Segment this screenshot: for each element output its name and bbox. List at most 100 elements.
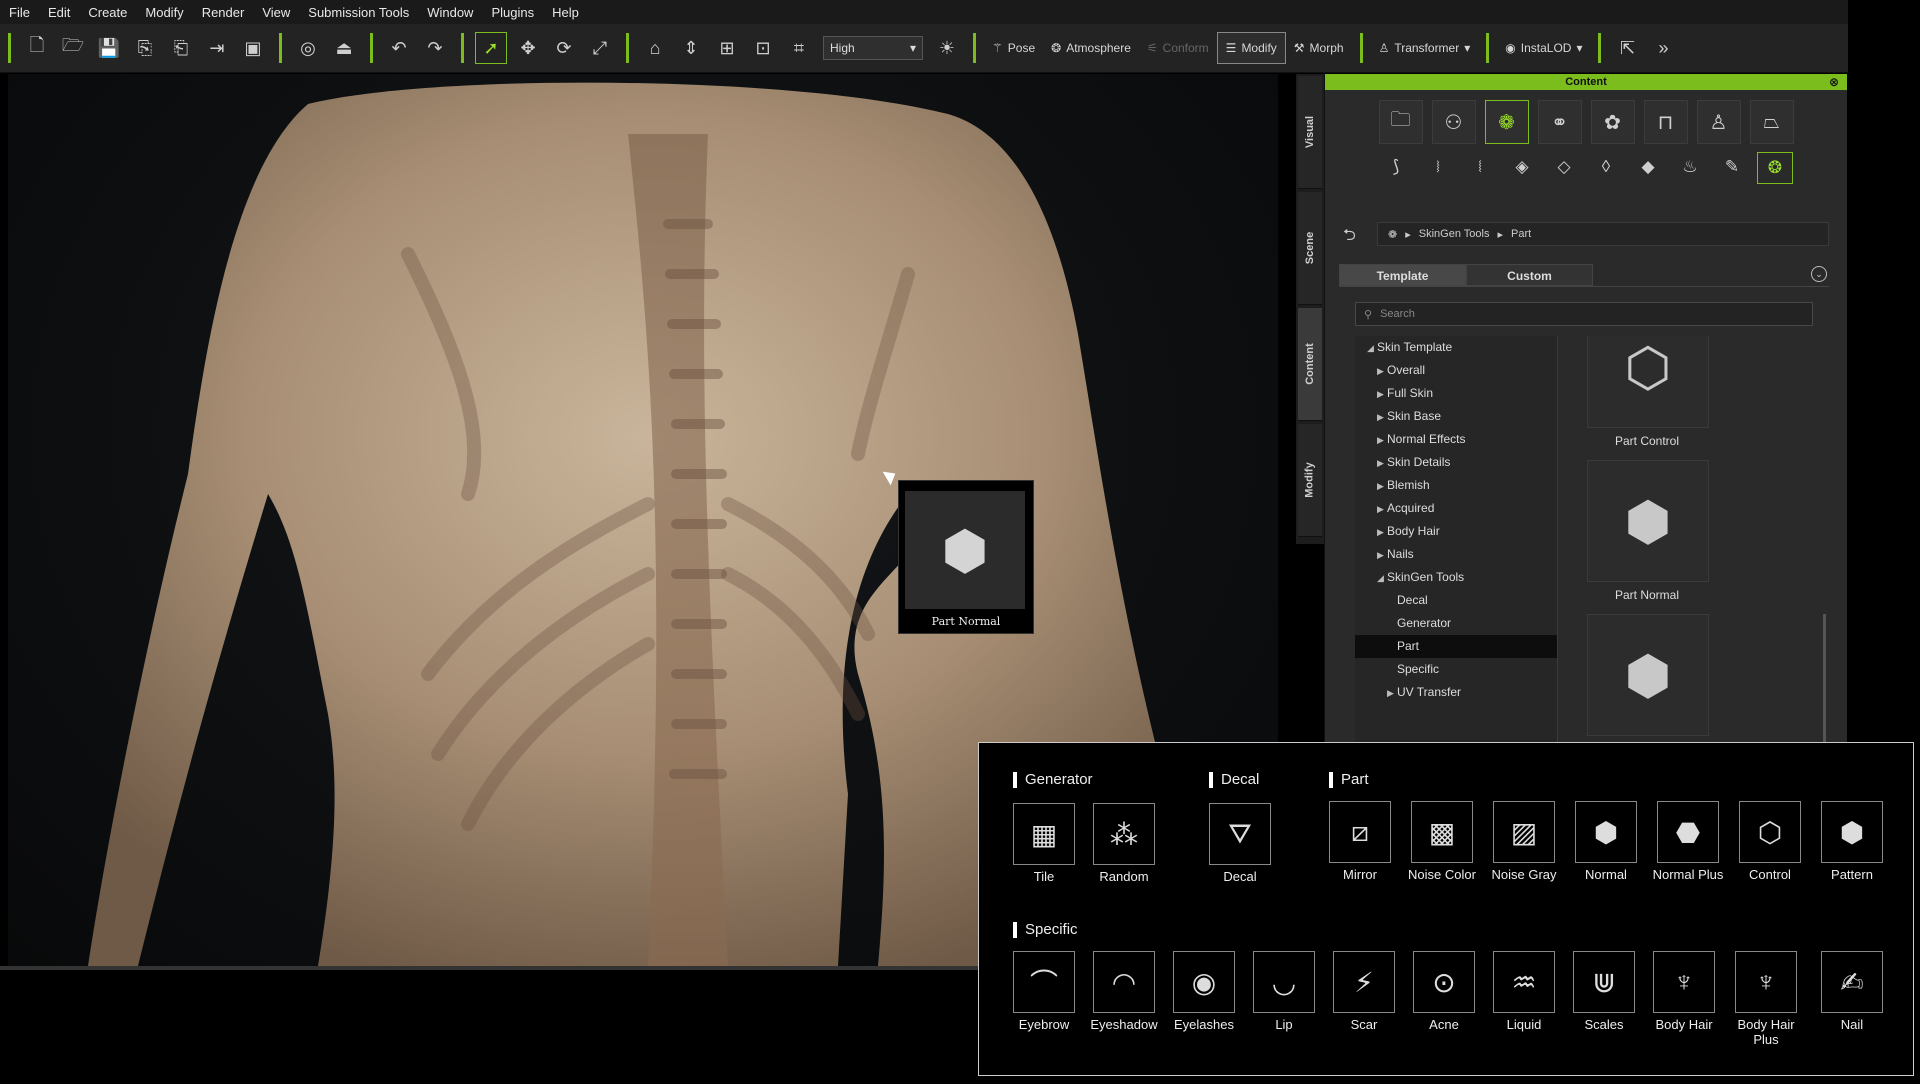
export-icon[interactable]: ⎗ [166,33,196,63]
tree-item-part[interactable]: Part [1355,635,1557,658]
export-plugin-icon[interactable]: ⇱ [1612,33,1642,63]
tree-item-skingen-tools[interactable]: ◢ SkinGen Tools [1355,566,1557,589]
search-input[interactable]: ⚲ Search [1355,302,1813,326]
layer-icon[interactable]: ◈ [1505,152,1539,182]
body-sculpt-icon[interactable]: ⧘ [1421,152,1455,182]
menu-file[interactable]: File [0,5,39,20]
skingen-icon[interactable]: ❂ [1757,152,1793,184]
more-icon[interactable]: » [1648,33,1678,63]
light-icon[interactable]: ☀ [932,33,962,63]
tree-item-normal-effects[interactable]: ▶ Normal Effects [1355,428,1557,451]
tree-item-body-hair[interactable]: ▶ Body Hair [1355,520,1557,543]
tree-item-skin-base[interactable]: ▶ Skin Base [1355,405,1557,428]
layer-dots-icon[interactable]: ◇ [1547,152,1581,182]
redo-icon[interactable]: ↷ [420,33,450,63]
camera-fit-icon[interactable]: ⊡ [748,33,778,63]
lip-icon: ◡ [1253,951,1315,1013]
tile-part-control[interactable]: ⬡ [1587,336,1709,428]
noise-gray-icon: ▨ [1493,801,1555,863]
tile-part-plus[interactable]: ⬢ [1587,614,1709,736]
menu-view[interactable]: View [253,5,299,20]
instalod-button[interactable]: ◉ InstaLOD ▾ [1497,33,1590,63]
folder-icon[interactable]: 🗀 [1378,100,1423,144]
back-arrow-icon[interactable]: ⮌ [1343,224,1356,251]
menu-help[interactable]: Help [543,5,588,20]
home-icon[interactable]: ⌂ [640,33,670,63]
tree-item-specific[interactable]: Specific [1355,658,1557,681]
layer-fill-icon[interactable]: ◆ [1631,152,1665,182]
frame-icon[interactable]: ⊞ [712,33,742,63]
prop-icon[interactable]: ⊓ [1643,100,1688,144]
quality-select[interactable]: High ▾ [823,36,923,60]
tree-item-acquired[interactable]: ▶ Acquired [1355,497,1557,520]
scale-icon[interactable]: ⤢ [585,33,615,63]
pose-button[interactable]: ⚚ Pose [984,33,1043,63]
brush-icon[interactable]: ✎ [1715,152,1749,182]
actor-icon[interactable]: ⚇ [1431,100,1476,144]
tree-item-skin-template[interactable]: ◢ Skin Template [1355,336,1557,359]
tree-item-skin-details[interactable]: ▶ Skin Details [1355,451,1557,474]
select-arrow-icon[interactable]: ➚ [475,32,507,64]
side-tab-content[interactable]: Content [1298,308,1322,421]
head-sculpt-icon[interactable]: ⟆ [1379,152,1413,182]
morph-button[interactable]: ⚒ Morph [1286,33,1352,63]
layer-outline-icon[interactable]: ◊ [1589,152,1623,182]
tree-item-decal[interactable]: Decal [1355,589,1557,612]
import-icon[interactable]: ⎘ [130,33,160,63]
breadcrumb-part[interactable]: Part [1511,228,1531,240]
render-icon[interactable]: ◎ [293,33,323,63]
move-icon[interactable]: ✥ [513,33,543,63]
menu-plugins[interactable]: Plugins [482,5,543,20]
side-tab-scene[interactable]: Scene [1298,192,1322,305]
conform-button[interactable]: ⚟ Conform [1139,33,1217,63]
motion-icon[interactable]: ♙ [1696,100,1741,144]
breadcrumb-skingen-tools[interactable]: SkinGen Tools [1419,228,1490,240]
accessory-icon[interactable]: ✿ [1590,100,1635,144]
tree-item-full-skin[interactable]: ▶ Full Skin [1355,382,1557,405]
tree-item-generator[interactable]: Generator [1355,612,1557,635]
legend-label: Nail [1840,1017,1864,1032]
tree-item-blemish[interactable]: ▶ Blemish [1355,474,1557,497]
decal-icon: ⛛ [1209,803,1271,865]
tile-part-normal[interactable]: ⬢ [1587,460,1709,582]
export-arrow-icon[interactable]: ⇥ [202,33,232,63]
transformer-button[interactable]: ♙ Transformer ▾ [1371,33,1479,63]
atmosphere-button[interactable]: ❂ Atmosphere [1043,33,1139,63]
tree-item-nails[interactable]: ▶ Nails [1355,543,1557,566]
morph-icon: ⚒ [1293,41,1305,55]
clothing-icon[interactable]: ⚭ [1537,100,1582,144]
close-icon[interactable]: ⊗ [1829,74,1839,90]
stage-icon[interactable]: ⏢ [1749,100,1794,144]
side-tab-modify[interactable]: Modify [1298,424,1322,537]
align-icon[interactable]: ⇕ [676,33,706,63]
collapsed-icon: ▶ [1377,412,1384,422]
tab-custom[interactable]: Custom [1466,264,1593,286]
menu-render[interactable]: Render [193,5,254,20]
modify-button[interactable]: ☰ Modify [1216,32,1286,64]
tree-item-uv-transfer[interactable]: ▶ UV Transfer [1355,681,1557,704]
lamp-icon[interactable]: ⏏ [329,33,359,63]
camera-zoom-icon[interactable]: ⌗ [784,33,814,63]
tree-item-overall[interactable]: ▶ Overall [1355,359,1557,382]
rotate-icon[interactable]: ⟳ [549,33,579,63]
search-placeholder: Search [1380,308,1415,320]
tab-template[interactable]: Template [1339,264,1466,286]
menu-edit[interactable]: Edit [39,5,79,20]
flame-icon[interactable]: ♨ [1673,152,1707,182]
menu-submission-tools[interactable]: Submission Tools [299,5,418,20]
save-icon[interactable]: 💾 [94,33,124,63]
undo-icon[interactable]: ↶ [384,33,414,63]
legend-label: Random [1099,869,1149,884]
limb-icon[interactable]: ⧙ [1463,152,1497,182]
options-chevron-icon[interactable]: ⌄ [1811,266,1827,282]
side-tab-visual[interactable]: Visual [1298,76,1322,189]
open-folder-icon[interactable]: 🗁 [58,33,88,63]
side-tab-content-label: Content [1304,343,1317,385]
menu-window[interactable]: Window [418,5,482,20]
preview-icon[interactable]: ▣ [238,33,268,63]
skin-material-icon[interactable]: ❁ [1484,100,1529,144]
tiles-scrollbar[interactable] [1823,614,1826,744]
menu-modify[interactable]: Modify [136,5,192,20]
menu-create[interactable]: Create [79,5,136,20]
new-file-icon[interactable]: 🗋 [22,33,52,63]
